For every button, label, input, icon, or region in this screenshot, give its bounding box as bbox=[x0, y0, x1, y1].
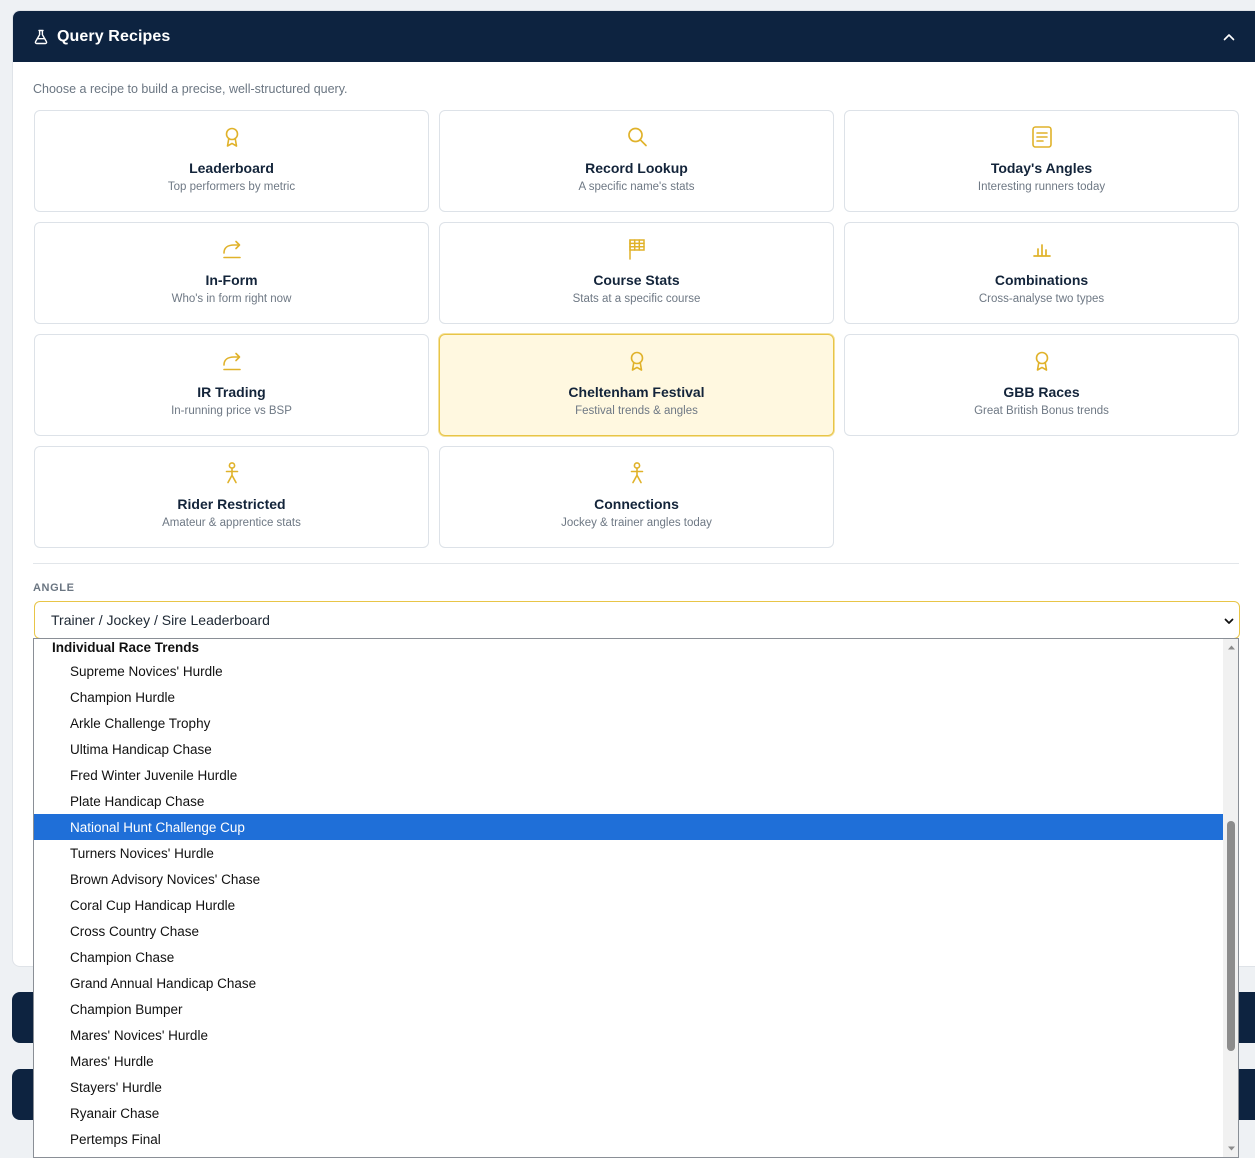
dropdown-option-highlighted[interactable]: National Hunt Challenge Cup bbox=[34, 814, 1223, 840]
award-icon bbox=[1035, 351, 1048, 371]
recipe-title: Rider Restricted bbox=[177, 496, 286, 512]
recipe-card-combinations[interactable]: Combinations Cross-analyse two types bbox=[844, 222, 1239, 324]
recipe-subtitle: In-running price vs BSP bbox=[171, 405, 292, 417]
panel-title: Query Recipes bbox=[57, 27, 171, 45]
dropdown-option[interactable]: Supreme Novices' Hurdle bbox=[34, 658, 1223, 684]
chevron-up-icon bbox=[1223, 34, 1235, 41]
scroll-down-arrow-icon[interactable] bbox=[1227, 1144, 1236, 1153]
recipe-subtitle: Top performers by metric bbox=[167, 181, 296, 193]
recipe-title: In-Form bbox=[205, 272, 258, 288]
dropdown-option[interactable]: Grand Annual Handicap Chase bbox=[34, 970, 1223, 996]
flag-icon bbox=[628, 239, 645, 260]
recipe-subtitle: A specific name's stats bbox=[578, 181, 695, 193]
recipe-subtitle: Interesting runners today bbox=[977, 181, 1106, 193]
dropdown-option[interactable]: Mares' Novices' Hurdle bbox=[34, 1022, 1223, 1048]
scroll-up-arrow-icon[interactable] bbox=[1227, 643, 1236, 652]
recipe-subtitle: Festival trends & angles bbox=[575, 405, 698, 417]
panel-intro: Choose a recipe to build a precise, well… bbox=[33, 82, 348, 96]
recipe-subtitle: Jockey & trainer angles today bbox=[561, 517, 712, 529]
dropdown-option[interactable]: Cross Country Chase bbox=[34, 918, 1223, 944]
recipe-card-todays-angles[interactable]: Today's Angles Interesting runners today bbox=[844, 110, 1239, 212]
search-icon bbox=[627, 127, 647, 147]
angle-label: ANGLE bbox=[33, 582, 75, 594]
dropdown-option[interactable]: Coral Cup Handicap Hurdle bbox=[34, 892, 1223, 918]
dropdown-option[interactable]: Pertemps Final bbox=[34, 1126, 1223, 1152]
recipe-card-record-lookup[interactable]: Record Lookup A specific name's stats bbox=[439, 110, 834, 212]
dropdown-option[interactable]: Ryanair Chase bbox=[34, 1100, 1223, 1126]
recipe-subtitle: Amateur & apprentice stats bbox=[162, 517, 301, 529]
dropdown-option[interactable]: Champion Hurdle bbox=[34, 684, 1223, 710]
recipe-card-course-stats[interactable]: Course Stats Stats at a specific course bbox=[439, 222, 834, 324]
recipe-card-gbb-races[interactable]: GBB Races Great British Bonus trends bbox=[844, 334, 1239, 436]
divider bbox=[33, 563, 1239, 564]
recipe-title: Combinations bbox=[994, 272, 1089, 288]
collapse-button[interactable] bbox=[1217, 25, 1241, 49]
flask-icon bbox=[33, 29, 49, 45]
dropdown-option[interactable]: Mares' Hurdle bbox=[34, 1048, 1223, 1074]
recipe-title: Today's Angles bbox=[990, 160, 1093, 176]
angle-select[interactable]: Trainer / Jockey / Sire Leaderboard bbox=[34, 601, 1240, 639]
dropdown-option[interactable]: Stayers' Hurdle bbox=[34, 1074, 1223, 1100]
panel-header[interactable]: Query Recipes bbox=[13, 11, 1255, 62]
recipe-card-rider-restricted[interactable]: Rider Restricted Amateur & apprentice st… bbox=[34, 446, 429, 548]
scrollbar-thumb[interactable] bbox=[1227, 821, 1235, 1051]
document-icon bbox=[1031, 126, 1052, 148]
dropdown-option[interactable]: Champion Chase bbox=[34, 944, 1223, 970]
recipe-title: IR Trading bbox=[197, 384, 266, 400]
person-icon bbox=[630, 462, 643, 484]
recipe-title: Cheltenham Festival bbox=[568, 384, 705, 400]
share-arrow-icon bbox=[222, 352, 241, 371]
dropdown-option[interactable]: Fred Winter Juvenile Hurdle bbox=[34, 762, 1223, 788]
optgroup-label: Individual Race Trends bbox=[52, 640, 200, 655]
recipe-title: Leaderboard bbox=[189, 160, 274, 176]
dropdown-option[interactable]: Turners Novices' Hurdle bbox=[34, 840, 1223, 866]
chevron-down-icon bbox=[1224, 618, 1234, 624]
recipe-card-cheltenham-festival[interactable]: Cheltenham Festival Festival trends & an… bbox=[439, 334, 834, 436]
dropdown-option[interactable]: Ultima Handicap Chase bbox=[34, 736, 1223, 762]
award-icon bbox=[630, 351, 643, 371]
dropdown-option[interactable]: Arkle Challenge Trophy bbox=[34, 710, 1223, 736]
angle-select-value: Trainer / Jockey / Sire Leaderboard bbox=[51, 612, 270, 628]
bar-chart-icon bbox=[1032, 244, 1051, 257]
recipe-subtitle: Great British Bonus trends bbox=[974, 405, 1109, 417]
recipe-subtitle: Cross-analyse two types bbox=[978, 293, 1105, 305]
recipe-card-in-form[interactable]: In-Form Who's in form right now bbox=[34, 222, 429, 324]
dropdown-option[interactable]: Brown Advisory Novices' Chase bbox=[34, 866, 1223, 892]
dropdown-scrollbar[interactable] bbox=[1223, 639, 1238, 1157]
recipe-card-connections[interactable]: Connections Jockey & trainer angles toda… bbox=[439, 446, 834, 548]
dropdown-option[interactable]: Champion Bumper bbox=[34, 996, 1223, 1022]
recipe-subtitle: Who's in form right now bbox=[171, 293, 292, 305]
dropdown-option[interactable]: Plate Handicap Chase bbox=[34, 788, 1223, 814]
recipe-title: Course Stats bbox=[593, 272, 680, 288]
recipe-card-ir-trading[interactable]: IR Trading In-running price vs BSP bbox=[34, 334, 429, 436]
recipe-title: Record Lookup bbox=[585, 160, 688, 176]
award-icon bbox=[225, 127, 238, 147]
recipe-title: Connections bbox=[594, 496, 679, 512]
recipe-card-leaderboard[interactable]: Leaderboard Top performers by metric bbox=[34, 110, 429, 212]
recipe-subtitle: Stats at a specific course bbox=[572, 293, 701, 305]
share-arrow-icon bbox=[222, 240, 241, 259]
person-icon bbox=[225, 462, 238, 484]
recipe-title: GBB Races bbox=[1003, 384, 1080, 400]
angle-dropdown-list[interactable]: Individual Race Trends Supreme Novices' … bbox=[33, 638, 1239, 1158]
